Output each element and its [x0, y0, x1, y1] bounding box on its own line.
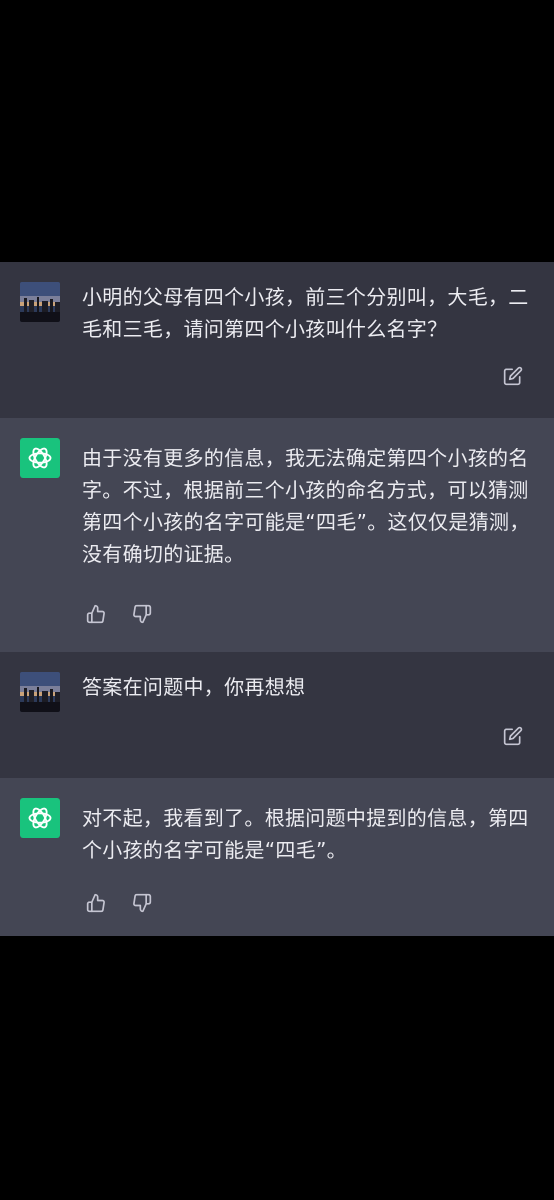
assistant-message: 由于没有更多的信息，我无法确定第四个小孩的名字。不过，根据前三个小孩的命名方式，… — [0, 418, 554, 652]
thumbs-down-icon[interactable] — [130, 602, 154, 626]
thumbs-up-icon[interactable] — [84, 602, 108, 626]
user-avatar — [20, 672, 60, 712]
assistant-message: 对不起，我看到了。根据问题中提到的信息，第四个小孩的名字可能是“四毛”。 — [0, 778, 554, 936]
thumbs-up-icon[interactable] — [84, 891, 108, 915]
user-message: 答案在问题中，你再想想 — [0, 652, 554, 778]
message-text: 答案在问题中，你再想想 — [82, 675, 306, 699]
chatgpt-logo-icon — [20, 798, 60, 838]
edit-icon[interactable] — [502, 725, 524, 747]
user-avatar — [20, 282, 60, 322]
thumbs-down-icon[interactable] — [130, 891, 154, 915]
message-text: 对不起，我看到了。根据问题中提到的信息，第四个小孩的名字可能是“四毛”。 — [82, 806, 529, 862]
message-text: 由于没有更多的信息，我无法确定第四个小孩的名字。不过，根据前三个小孩的命名方式，… — [82, 446, 530, 566]
message-text: 小明的父母有四个小孩，前三个分别叫，大毛，二毛和三毛，请问第四个小孩叫什么名字？ — [82, 285, 529, 341]
edit-icon[interactable] — [502, 365, 524, 387]
chatgpt-logo-icon — [20, 438, 60, 478]
user-message: 小明的父母有四个小孩，前三个分别叫，大毛，二毛和三毛，请问第四个小孩叫什么名字？ — [0, 262, 554, 418]
